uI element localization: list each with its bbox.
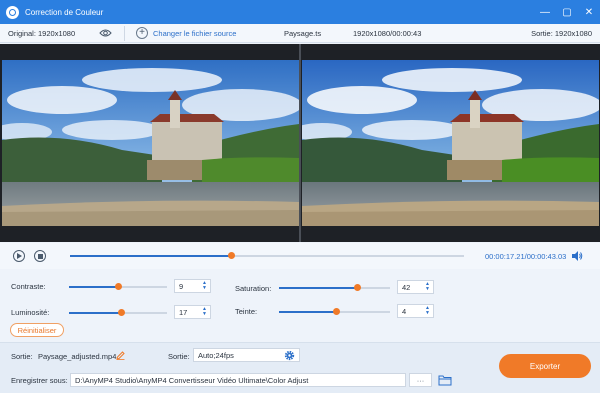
contrast-value: 9 xyxy=(179,281,184,291)
plus-icon: + xyxy=(136,27,148,39)
adjust-panel: Contraste: 9 ▲ ▼ Saturation: 42 ▲ ▼ Lumino… xyxy=(0,269,600,342)
saturation-value: 42 xyxy=(402,282,411,292)
preview-area xyxy=(0,44,600,242)
reset-button[interactable]: Réinitialiser xyxy=(10,323,64,337)
preview-divider xyxy=(299,44,301,242)
save-label: Enregistrer sous: xyxy=(11,376,68,385)
save-path-field[interactable]: D:\AnyMP4 Studio\AnyMP4 Convertisseur Vi… xyxy=(70,373,406,387)
browse-button[interactable]: ··· xyxy=(409,373,432,387)
output-format-value: Auto;24fps xyxy=(198,350,234,360)
saturation-stepper[interactable]: 42 ▲ ▼ xyxy=(397,280,434,294)
gear-icon[interactable] xyxy=(284,350,295,361)
change-source-button[interactable]: + Changer le fichier source xyxy=(136,27,236,39)
hue-label: Teinte: xyxy=(235,307,258,316)
source-file-name: Paysage.ts xyxy=(284,29,322,38)
brightness-slider[interactable] xyxy=(69,309,167,316)
brightness-handle[interactable] xyxy=(118,309,126,316)
contrast-slider[interactable] xyxy=(69,283,167,290)
source-resolution-duration: 1920x1080/00:00:43 xyxy=(353,29,422,38)
stepper-arrows-icon[interactable]: ▲ ▼ xyxy=(425,282,430,292)
original-resolution: Original: 1920x1080 xyxy=(8,29,76,38)
brightness-stepper[interactable]: 17 ▲ ▼ xyxy=(174,305,211,319)
close-button[interactable]: ✕ xyxy=(578,0,600,24)
change-source-label: Changer le fichier source xyxy=(153,28,237,38)
output-format-select[interactable]: Auto;24fps xyxy=(193,348,300,362)
title-bar: Correction de Couleur — ▢ ✕ xyxy=(0,0,600,24)
eye-icon[interactable] xyxy=(99,28,112,38)
hue-value: 4 xyxy=(402,306,407,316)
format-label: Sortie: xyxy=(168,352,190,361)
output-resolution: Sortie: 1920x1080 xyxy=(531,29,592,38)
hue-handle[interactable] xyxy=(333,308,341,315)
stop-icon xyxy=(37,253,43,259)
export-button[interactable]: Exporter xyxy=(499,354,591,378)
edit-icon[interactable] xyxy=(116,351,125,360)
window-controls: — ▢ ✕ xyxy=(534,0,600,24)
window-title: Correction de Couleur xyxy=(25,7,104,17)
folder-icon[interactable] xyxy=(438,374,452,386)
playback-time: 00:00:17.21/00:00:43.03 xyxy=(485,252,567,261)
contrast-stepper[interactable]: 9 ▲ ▼ xyxy=(174,279,211,293)
saturation-slider[interactable] xyxy=(279,284,390,291)
brightness-fill xyxy=(69,312,122,314)
saturation-fill xyxy=(279,287,358,289)
bottom-bar: Sortie: Paysage_adjusted.mp4 Sortie: Aut… xyxy=(0,342,600,393)
hue-fill xyxy=(279,311,337,313)
timeline-progress xyxy=(70,255,232,257)
separator xyxy=(124,26,125,41)
contrast-handle[interactable] xyxy=(115,283,123,290)
stop-button[interactable] xyxy=(34,250,46,262)
save-path-value: D:\AnyMP4 Studio\AnyMP4 Convertisseur Vi… xyxy=(75,375,309,385)
timeline-slider[interactable] xyxy=(70,252,464,259)
saturation-handle[interactable] xyxy=(354,284,362,291)
saturation-label: Saturation: xyxy=(235,284,272,293)
playback-bar: 00:00:17.21/00:00:43.03 xyxy=(0,243,600,269)
hue-stepper[interactable]: 4 ▲ ▼ xyxy=(397,304,434,318)
volume-icon[interactable] xyxy=(571,250,583,262)
output-label: Sortie: xyxy=(11,352,33,361)
stepper-arrows-icon[interactable]: ▲ ▼ xyxy=(425,306,430,316)
adjusted-preview xyxy=(302,60,599,226)
timeline-handle[interactable] xyxy=(228,252,236,259)
stepper-arrows-icon[interactable]: ▲ ▼ xyxy=(202,281,207,291)
output-file-name: Paysage_adjusted.mp4 xyxy=(38,352,117,361)
contrast-fill xyxy=(69,286,119,288)
brightness-value: 17 xyxy=(179,307,188,317)
original-preview xyxy=(2,60,299,226)
app-logo-icon xyxy=(6,5,19,19)
minimize-button[interactable]: — xyxy=(534,0,556,24)
play-button[interactable] xyxy=(13,250,25,262)
hue-slider[interactable] xyxy=(279,308,390,315)
stepper-arrows-icon[interactable]: ▲ ▼ xyxy=(202,307,207,317)
contrast-label: Contraste: xyxy=(11,282,46,291)
brightness-label: Luminosité: xyxy=(11,308,50,317)
info-bar: Original: 1920x1080 + Changer le fichier… xyxy=(0,24,600,43)
maximize-button[interactable]: ▢ xyxy=(556,0,578,24)
play-icon xyxy=(17,253,22,259)
